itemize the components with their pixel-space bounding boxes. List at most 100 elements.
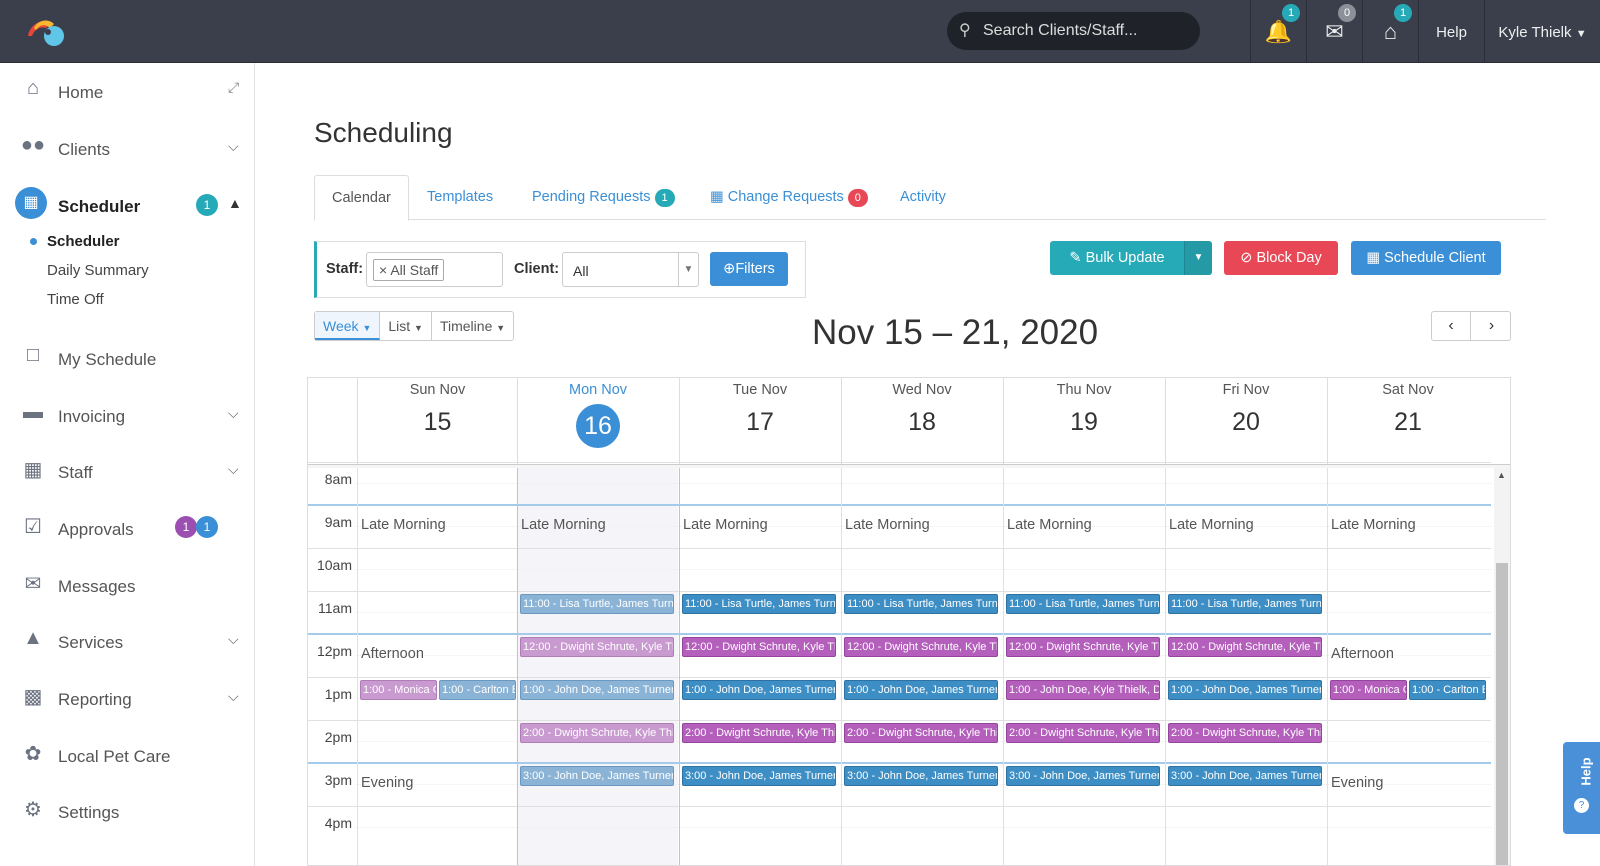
filters-panel: Staff: × All Staff Client: All ▼ ⊕Filter… xyxy=(314,241,806,298)
tab-templates[interactable]: Templates xyxy=(427,175,493,220)
sidebar-item-staff[interactable]: ▦ Staff ⌵ xyxy=(0,443,255,501)
search-input[interactable]: ⚲ Search Clients/Staff... xyxy=(947,12,1200,50)
tab-calendar[interactable]: Calendar xyxy=(314,175,409,221)
day-header[interactable]: Mon Nov 16 xyxy=(517,378,678,464)
calendar-event[interactable]: 1:00 - John Doe, James Turner, xyxy=(844,680,998,700)
calendar-scrollbar[interactable]: ▲ xyxy=(1494,468,1510,865)
calendar-event[interactable]: 1:00 - John Doe, James Turner, xyxy=(520,680,674,700)
hour-label: 9am xyxy=(324,514,352,530)
schedule-client-button[interactable]: ▦ Schedule Client xyxy=(1351,241,1501,275)
calendar-event[interactable]: 11:00 - Lisa Turtle, James Turne xyxy=(1168,594,1322,614)
view-list-label: List xyxy=(388,318,411,334)
section-label: Late Morning xyxy=(845,517,930,533)
bulk-update-button[interactable]: ✎ Bulk Update xyxy=(1050,241,1184,275)
calendar-event[interactable]: 3:00 - John Doe, James Turner, xyxy=(1006,766,1160,786)
sidebar-item-local-pet-care[interactable]: ✿ Local Pet Care xyxy=(0,727,255,785)
collapse-pin-icon[interactable]: ⤢ xyxy=(228,79,239,96)
filters-button-label: Filters xyxy=(735,261,775,277)
calendar-event[interactable]: 3:00 - John Doe, James Turner, xyxy=(520,766,674,786)
chevron-down-icon: ⌵ xyxy=(228,138,239,154)
section-label: Evening xyxy=(361,775,414,791)
sidebar-item-scheduler[interactable]: ▦ Scheduler 1 ▲ xyxy=(0,177,255,235)
staff-chip[interactable]: × All Staff xyxy=(373,259,445,281)
calendar-event[interactable]: 12:00 - Dwight Schrute, Kyle Th xyxy=(1168,637,1322,657)
day-number: 15 xyxy=(423,408,452,436)
calendar-event[interactable]: 2:00 - Dwight Schrute, Kyle Thie xyxy=(1168,723,1322,743)
view-timeline[interactable]: Timeline ▼ xyxy=(432,312,513,340)
sidebar-item-my-schedule[interactable]: □ My Schedule xyxy=(0,330,255,388)
client-select[interactable]: All ▼ xyxy=(562,252,699,287)
day-header[interactable]: Sat Nov 21 xyxy=(1327,378,1488,464)
calendar-event[interactable]: 12:00 - Dwight Schrute, Kyle Th xyxy=(844,637,998,657)
scrollbar-thumb[interactable] xyxy=(1496,563,1508,865)
notifications-button[interactable]: 🔔 1 xyxy=(1250,0,1306,63)
calendar-event[interactable]: 1:00 - Carlton B xyxy=(439,680,516,700)
scroll-up-arrow-icon[interactable]: ▲ xyxy=(1497,470,1506,480)
day-header[interactable]: Tue Nov 17 xyxy=(679,378,840,464)
sidebar-item-approvals[interactable]: ☑ Approvals 1 1 xyxy=(0,500,255,558)
day-column-line xyxy=(357,468,358,865)
bulk-update-dropdown[interactable]: ▼ xyxy=(1184,241,1212,275)
calendar-event[interactable]: 2:00 - Dwight Schrute, Kyle Thie xyxy=(520,723,674,743)
user-menu[interactable]: Kyle Thielk ▼ xyxy=(1484,0,1600,63)
calendar-event[interactable]: 11:00 - Lisa Turtle, James Turne xyxy=(520,594,674,614)
calendar-event[interactable]: 12:00 - Dwight Schrute, Kyle Th xyxy=(682,637,836,657)
help-side-tab[interactable]: Help ? xyxy=(1563,742,1600,834)
sidebar-item-clients[interactable]: ●● Clients ⌵ xyxy=(0,120,255,178)
sidebar-item-services[interactable]: ▲ Services ⌵ xyxy=(0,613,255,671)
calendar-event[interactable]: 2:00 - Dwight Schrute, Kyle Thie xyxy=(844,723,998,743)
check-square-icon: ☑ xyxy=(24,516,42,538)
sidebar-sub-scheduler[interactable]: Scheduler xyxy=(47,233,120,250)
calendar-event[interactable]: 1:00 - Monica G xyxy=(1330,680,1407,700)
sidebar-item-settings[interactable]: ⚙ Settings xyxy=(0,783,255,841)
calendar-event[interactable]: 3:00 - John Doe, James Turner, xyxy=(844,766,998,786)
calendar-event[interactable]: 1:00 - Monica G xyxy=(360,680,437,700)
calendar-event[interactable]: 12:00 - Dwight Schrute, Kyle Th xyxy=(1006,637,1160,657)
sidebar-label-my-schedule: My Schedule xyxy=(58,350,157,369)
calendar-event[interactable]: 3:00 - John Doe, James Turner, xyxy=(682,766,836,786)
remove-x-icon[interactable]: × xyxy=(379,262,387,278)
section-label: Afternoon xyxy=(1331,646,1394,662)
calendar-event[interactable]: 11:00 - Lisa Turtle, James Turne xyxy=(1006,594,1160,614)
sidebar-item-invoicing[interactable]: ▬ Invoicing ⌵ xyxy=(0,387,255,445)
home-alerts-button[interactable]: ⌂ 1 xyxy=(1362,0,1418,63)
tab-change-requests[interactable]: ▦ Change Requests 0 xyxy=(710,175,868,220)
prev-week-button[interactable]: ‹ xyxy=(1432,312,1471,340)
calendar-event[interactable]: 1:00 - John Doe, James Turner, I xyxy=(1168,680,1322,700)
next-week-button[interactable]: › xyxy=(1472,312,1511,340)
view-switcher: Week ▼ List ▼ Timeline ▼ xyxy=(314,311,515,341)
sidebar-item-home[interactable]: ⌂ Home ⤢ xyxy=(0,63,255,121)
calendar-event[interactable]: 11:00 - Lisa Turtle, James Turne xyxy=(844,594,998,614)
messages-button[interactable]: ✉ 0 xyxy=(1306,0,1362,63)
sidebar-item-reporting[interactable]: ▩ Reporting ⌵ xyxy=(0,670,255,728)
view-list[interactable]: List ▼ xyxy=(380,312,432,340)
tab-pending-requests[interactable]: Pending Requests 1 xyxy=(532,175,675,220)
sidebar-sub-daily-summary[interactable]: Daily Summary xyxy=(47,262,149,279)
chevron-down-icon: ⌵ xyxy=(228,405,239,421)
tab-activity[interactable]: Activity xyxy=(900,175,946,220)
chevron-down-icon: ⌵ xyxy=(228,461,239,477)
active-dot-icon xyxy=(30,238,37,245)
day-header[interactable]: Fri Nov 20 xyxy=(1165,378,1326,464)
calendar-event[interactable]: 2:00 - Dwight Schrute, Kyle Thie xyxy=(682,723,836,743)
view-week[interactable]: Week ▼ xyxy=(315,312,381,340)
staff-select[interactable]: × All Staff xyxy=(366,252,503,287)
app-logo[interactable] xyxy=(24,14,70,50)
sidebar-sub-time-off[interactable]: Time Off xyxy=(47,291,104,308)
calendar-event[interactable]: 11:00 - Lisa Turtle, James Turne xyxy=(682,594,836,614)
help-link[interactable]: Help xyxy=(1418,0,1484,63)
calendar-event[interactable]: 1:00 - Carlton B xyxy=(1409,680,1486,700)
block-day-button[interactable]: ⊘ Block Day xyxy=(1224,241,1338,275)
calendar-event[interactable]: 1:00 - John Doe, James Turner, xyxy=(682,680,836,700)
filters-button[interactable]: ⊕Filters xyxy=(710,252,788,286)
calendar-event[interactable]: 3:00 - John Doe, James Turner, xyxy=(1168,766,1322,786)
sidebar-item-messages[interactable]: ✉ Messages xyxy=(0,557,255,615)
day-number: 16 xyxy=(576,404,620,448)
day-header[interactable]: Sun Nov 15 xyxy=(357,378,517,464)
day-header[interactable]: Wed Nov 18 xyxy=(841,378,1002,464)
calendar-event[interactable]: 12:00 - Dwight Schrute, Kyle Th xyxy=(520,637,674,657)
calendar-event[interactable]: 1:00 - John Doe, Kyle Thielk, Do xyxy=(1006,680,1160,700)
calendar-event[interactable]: 2:00 - Dwight Schrute, Kyle Thie xyxy=(1006,723,1160,743)
calendar-icon: ▦ xyxy=(1366,250,1381,266)
day-header[interactable]: Thu Nov 19 xyxy=(1003,378,1164,464)
